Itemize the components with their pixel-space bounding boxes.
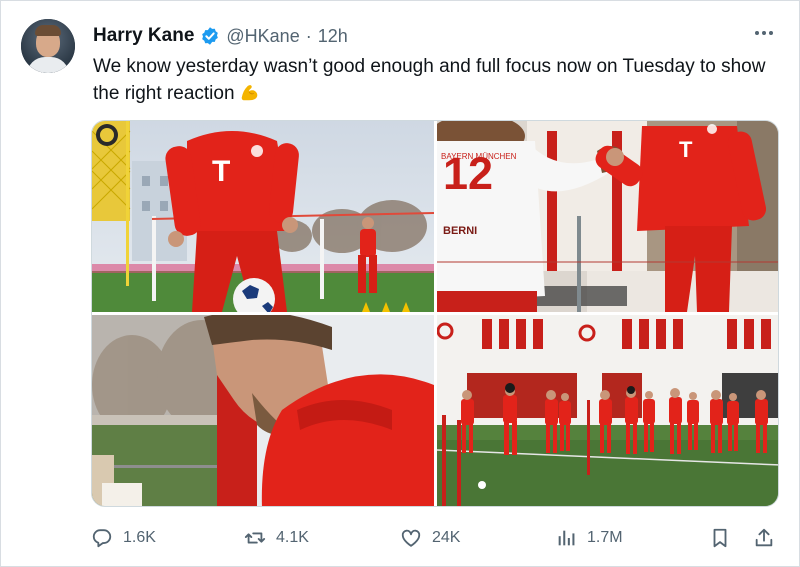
flexed-biceps-icon: [239, 81, 261, 103]
photo-training-ball[interactable]: T: [92, 121, 434, 312]
retweet-button[interactable]: 4.1K: [244, 523, 309, 553]
shirt-letter-1: T: [212, 155, 230, 188]
bookmark-button[interactable]: [709, 523, 731, 553]
tweet-text-content: We know yesterday wasn’t good enough and…: [93, 56, 766, 104]
avatar[interactable]: [21, 19, 75, 73]
retweet-icon: [244, 532, 266, 544]
photo-team-warmup[interactable]: [437, 315, 778, 506]
analytics-icon: [558, 530, 575, 546]
retweet-count: 4.1K: [276, 529, 309, 546]
bookmark-icon: [713, 528, 727, 548]
separator-dot: ·: [305, 25, 312, 46]
more-options-icon[interactable]: [751, 23, 777, 43]
view-count: 1.7M: [587, 529, 623, 546]
photo-closeup[interactable]: [92, 315, 434, 506]
tweet-text: We know yesterday wasn’t good enough and…: [93, 53, 773, 107]
tweet-header: Harry Kane @HKane · 12h: [93, 24, 348, 48]
like-count: 24K: [432, 529, 461, 546]
share-button[interactable]: [753, 523, 775, 553]
reply-icon: [92, 529, 112, 548]
media-grid: T 12 BERNI BAYERN MÜNCHEN T: [91, 120, 779, 507]
user-handle[interactable]: @HKane: [226, 26, 299, 47]
display-name[interactable]: Harry Kane: [93, 25, 194, 47]
reply-button[interactable]: 1.6K: [91, 523, 156, 553]
tweet-actions: 1.6K 4.1K 24K 1.7M: [91, 523, 781, 553]
like-button[interactable]: 24K: [400, 523, 460, 553]
share-icon: [755, 528, 773, 547]
views-button[interactable]: 1.7M: [555, 523, 623, 553]
shirt-name: BERNI: [443, 225, 477, 237]
reply-count: 1.6K: [123, 529, 156, 546]
tweet-card[interactable]: Harry Kane @HKane · 12h We know yesterda…: [0, 0, 800, 567]
timestamp[interactable]: 12h: [318, 26, 348, 47]
verified-badge-icon: [200, 26, 220, 46]
shirt-club: BAYERN MÜNCHEN: [441, 152, 517, 161]
heart-icon: [401, 529, 421, 547]
photo-mascot-highfive[interactable]: 12 BERNI BAYERN MÜNCHEN T: [437, 121, 778, 312]
shirt-letter-2: T: [679, 137, 693, 162]
